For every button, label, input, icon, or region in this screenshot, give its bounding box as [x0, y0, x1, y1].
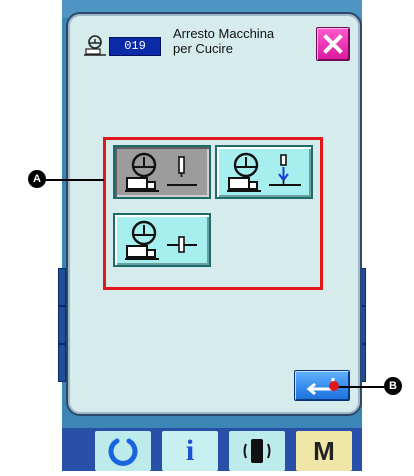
stop-option-needle-middle[interactable]: [113, 213, 211, 267]
close-button[interactable]: [316, 27, 350, 61]
dialog-title-line2: per Cucire: [173, 41, 233, 56]
stop-option-needle-down[interactable]: [215, 145, 313, 199]
callout-a-line: [44, 179, 104, 181]
close-icon: [317, 34, 349, 64]
callout-b-line: [334, 386, 384, 388]
callout-a: A: [28, 170, 46, 188]
callout-b-anchor: [329, 381, 339, 391]
left-edge-tab: [58, 344, 66, 382]
mode-label: M: [313, 436, 335, 466]
stop-option-needle-up[interactable]: [113, 145, 211, 199]
phone-icon: [229, 439, 285, 475]
info-button[interactable]: i: [162, 431, 218, 471]
left-edge-tab: [58, 268, 66, 306]
info-icon: i: [185, 434, 195, 467]
refresh-button[interactable]: [95, 431, 151, 471]
dialog-title: Arresto Macchina per Cucire: [173, 26, 313, 56]
enter-icon: [295, 378, 349, 404]
code-number: 019: [109, 37, 161, 56]
callout-b: B: [384, 377, 402, 395]
left-edge-tab: [58, 306, 66, 344]
communication-button[interactable]: [229, 431, 285, 471]
refresh-icon: [95, 438, 151, 475]
sewing-machine-icon: [84, 34, 106, 56]
mode-button[interactable]: M: [296, 431, 352, 471]
dialog-title-line1: Arresto Macchina: [173, 26, 275, 41]
